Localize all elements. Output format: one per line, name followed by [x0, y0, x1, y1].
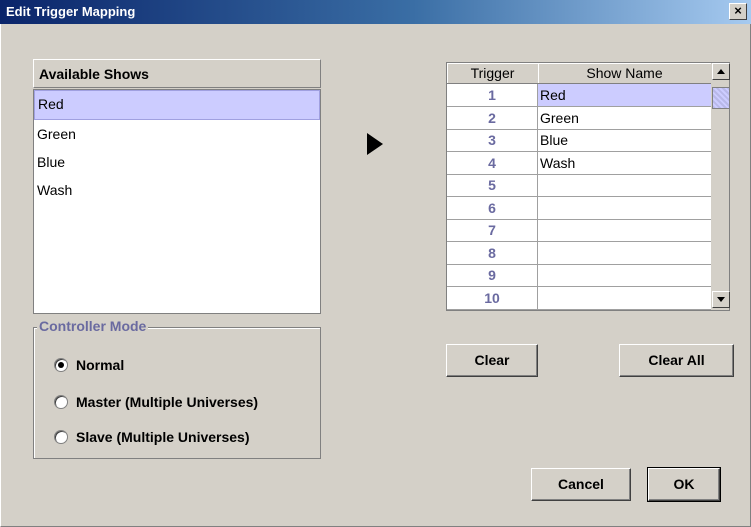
trigger-number-cell: 3	[447, 129, 538, 151]
trigger-number-cell: 6	[447, 196, 538, 219]
table-row[interactable]: 10	[447, 286, 711, 310]
trigger-number-cell: 8	[447, 241, 538, 264]
show-name-cell[interactable]	[538, 197, 711, 219]
show-name-cell[interactable]: Green	[538, 107, 711, 129]
show-name-cell[interactable]: Blue	[538, 129, 711, 151]
radio-label: Slave (Multiple Universes)	[76, 429, 250, 445]
table-row[interactable]: 9	[447, 264, 711, 287]
trigger-table[interactable]: Trigger Show Name 1 Red 2 Green 3 Blue 4 Wash 5 6…	[446, 62, 730, 311]
scroll-up-button[interactable]	[712, 63, 730, 80]
radio-normal[interactable]: Normal	[54, 355, 124, 375]
show-name-cell[interactable]	[538, 174, 711, 196]
controller-mode-title: Controller Mode	[37, 318, 149, 334]
available-shows-header: Available Shows	[33, 59, 321, 88]
table-scrollbar[interactable]	[711, 63, 730, 310]
trigger-number-cell: 2	[447, 106, 538, 129]
arrow-up-icon	[717, 69, 725, 74]
table-row[interactable]: 8	[447, 241, 711, 265]
scroll-down-button[interactable]	[712, 291, 730, 308]
trigger-table-rows: 1 Red 2 Green 3 Blue 4 Wash 5 6 7 8 9 10	[447, 84, 711, 310]
table-row[interactable]: 3 Blue	[447, 129, 711, 152]
table-row[interactable]: 4 Wash	[447, 151, 711, 175]
table-row[interactable]: 5	[447, 174, 711, 197]
radio-icon[interactable]	[54, 358, 68, 372]
play-arrow-icon	[367, 133, 383, 155]
show-name-cell[interactable]	[538, 219, 711, 241]
show-name-cell[interactable]: Red	[538, 84, 711, 106]
scrollbar-thumb[interactable]	[712, 87, 730, 109]
column-header-show-name[interactable]: Show Name	[538, 63, 712, 84]
assign-arrow-button[interactable]	[364, 130, 386, 158]
trigger-number-cell: 9	[447, 264, 538, 286]
radio-label: Normal	[76, 357, 125, 373]
trigger-number-cell: 10	[447, 286, 538, 309]
table-row[interactable]: 1 Red	[447, 84, 711, 107]
table-row[interactable]: 7	[447, 219, 711, 242]
show-name-cell[interactable]: Wash	[538, 152, 711, 174]
radio-icon[interactable]	[54, 395, 68, 409]
table-row[interactable]: 6	[447, 196, 711, 220]
show-name-cell[interactable]	[538, 287, 711, 309]
show-list-item[interactable]: Green	[34, 120, 320, 148]
radio-master[interactable]: Master (Multiple Universes)	[54, 392, 258, 412]
show-name-cell[interactable]	[538, 264, 711, 286]
radio-slave[interactable]: Slave (Multiple Universes)	[54, 427, 250, 447]
available-shows-list[interactable]: Red Green Blue Wash	[33, 89, 321, 314]
ok-button[interactable]: OK	[647, 467, 721, 502]
trigger-number-cell: 4	[447, 151, 538, 174]
clear-button[interactable]: Clear	[446, 344, 538, 377]
show-list-item[interactable]: Red	[34, 90, 320, 120]
radio-icon[interactable]	[54, 430, 68, 444]
radio-label: Master (Multiple Universes)	[76, 394, 259, 410]
trigger-number-cell: 5	[447, 174, 538, 196]
show-list-item[interactable]: Blue	[34, 148, 320, 176]
show-name-cell[interactable]	[538, 242, 711, 264]
cancel-button[interactable]: Cancel	[531, 468, 631, 501]
arrow-down-icon	[717, 297, 725, 302]
trigger-number-cell: 7	[447, 219, 538, 241]
clear-all-button[interactable]: Clear All	[619, 344, 734, 377]
table-row[interactable]: 2 Green	[447, 106, 711, 130]
close-button[interactable]: ×	[729, 3, 747, 20]
column-header-trigger[interactable]: Trigger	[447, 63, 539, 84]
trigger-number-cell: 1	[447, 84, 538, 106]
window-title: Edit Trigger Mapping	[6, 4, 136, 19]
show-list-item[interactable]: Wash	[34, 176, 320, 204]
